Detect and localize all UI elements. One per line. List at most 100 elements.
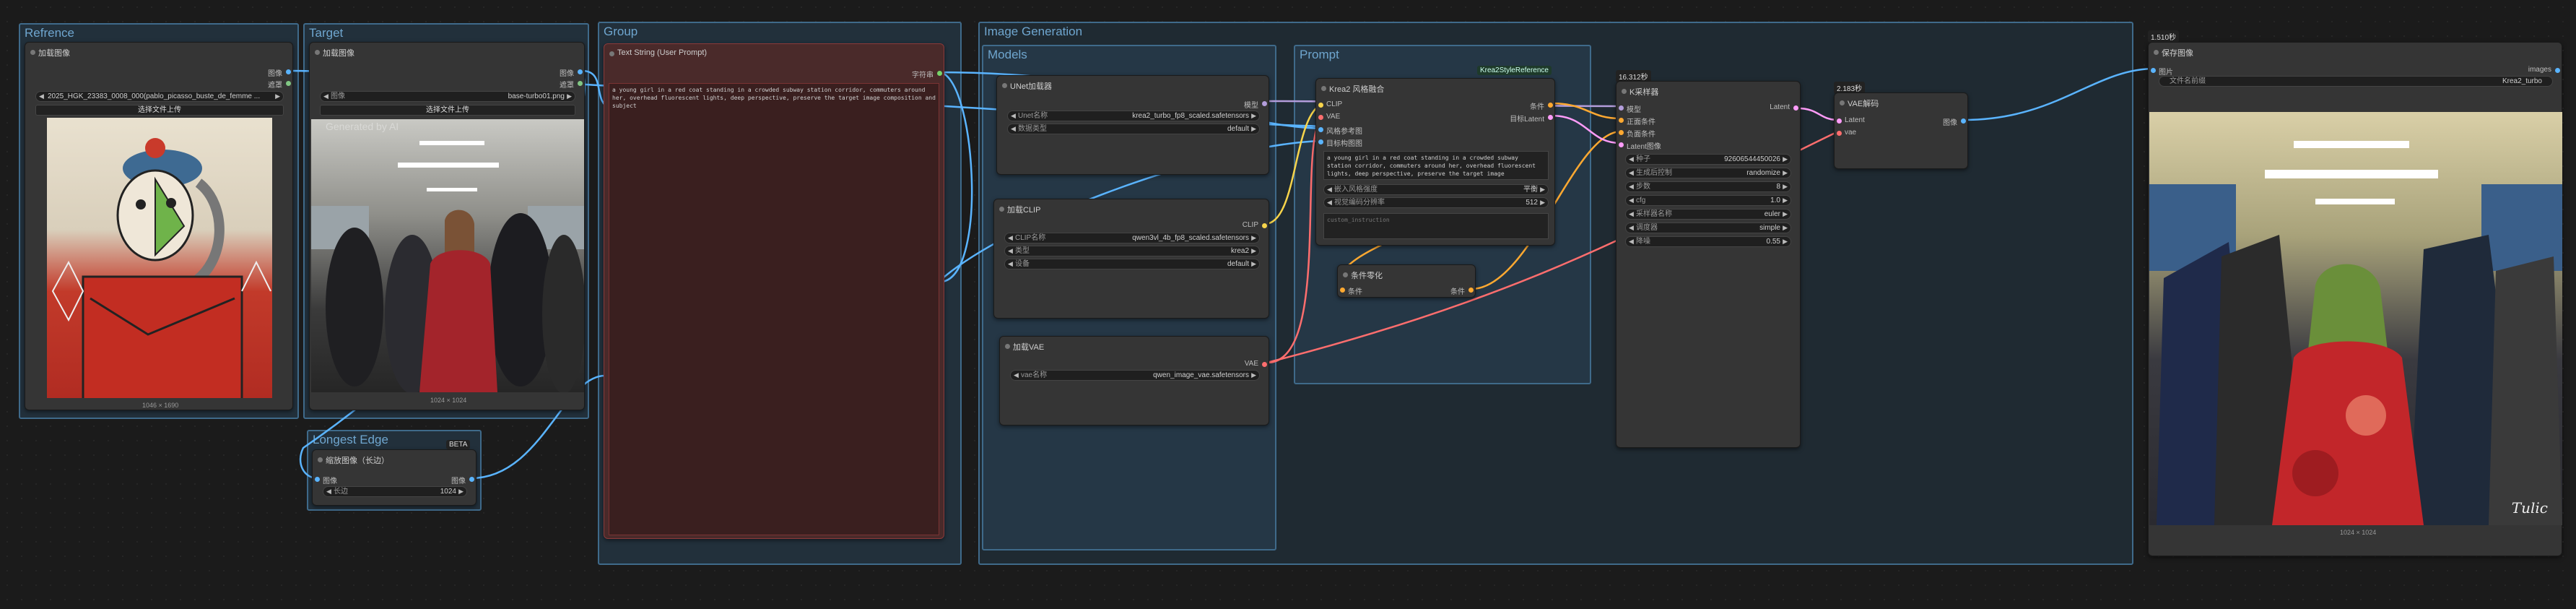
output-latent-pin[interactable] xyxy=(1793,105,1798,111)
arrow-right-icon[interactable]: ▶ xyxy=(1783,223,1788,233)
output-latent-pin[interactable] xyxy=(1548,115,1553,120)
vae-name-combo[interactable]: ◀ vae名称 qwen_image_vae.safetensors ▶ xyxy=(1010,370,1260,381)
arrow-right-icon[interactable]: ▶ xyxy=(1783,237,1788,246)
save-image-node[interactable]: 保存图像 图片 images 文件名前缀 Krea2_turbo Tulic 1… xyxy=(2148,42,2562,556)
input-negative-pin[interactable] xyxy=(1619,130,1624,135)
ksampler-widget[interactable]: ◀ 生成后控制 randomize ▶ xyxy=(1625,168,1791,178)
input-vae-pin[interactable] xyxy=(1318,115,1323,120)
ksampler-widget[interactable]: ◀ 降噪 0.55 ▶ xyxy=(1625,236,1791,247)
output-conditioning-pin[interactable] xyxy=(1468,288,1474,293)
input-conditioning-pin[interactable] xyxy=(1340,288,1345,293)
prompt-textarea[interactable]: a young girl in a red coat standing in a… xyxy=(609,83,939,535)
arrow-left-icon[interactable]: ◀ xyxy=(1629,237,1634,246)
output-model-pin[interactable] xyxy=(1262,101,1267,106)
output-clip-pin[interactable] xyxy=(1262,223,1267,228)
arrow-right-icon[interactable]: ▶ xyxy=(1783,168,1788,178)
arrow-left-icon[interactable]: ◀ xyxy=(1011,124,1016,134)
arrow-left-icon[interactable]: ◀ xyxy=(1008,233,1013,243)
style-prompt-textarea[interactable]: a young girl in a red coat standing in a… xyxy=(1323,151,1549,180)
output-string-pin[interactable] xyxy=(937,71,942,76)
ksampler-node[interactable]: K采样器 模型 正面条件 负面条件 Latent图像 Latent ◀ 种子 926… xyxy=(1616,81,1801,448)
input-images-pin[interactable] xyxy=(2151,68,2156,73)
clip-type-combo[interactable]: ◀ 类型 krea2 ▶ xyxy=(1004,246,1260,256)
weight-dtype-combo[interactable]: ◀ 数据类型 default ▶ xyxy=(1007,124,1260,134)
output-image-pin[interactable] xyxy=(469,477,474,482)
custom-instruction-textarea[interactable]: custom_instruction xyxy=(1323,213,1549,239)
arrow-right-icon[interactable]: ▶ xyxy=(1540,198,1545,207)
output-image-pin[interactable] xyxy=(1961,118,1966,124)
arrow-right-icon[interactable]: ▶ xyxy=(1783,155,1788,164)
arrow-left-icon[interactable]: ◀ xyxy=(326,487,331,496)
arrow-left-icon[interactable]: ◀ xyxy=(1629,182,1634,191)
input-latent-pin[interactable] xyxy=(1837,118,1842,124)
upload-button[interactable]: 选择文件上传 xyxy=(320,105,575,116)
arrow-right-icon[interactable]: ▶ xyxy=(1251,259,1256,269)
unet-loader-node[interactable]: UNet加载器 模型 ◀ Unet名称 krea2_turbo_fp8_scal… xyxy=(996,75,1269,175)
krea2-style-node[interactable]: Krea2 风格融合 Krea2StyleReference CLIP VAE … xyxy=(1315,66,1555,246)
upload-button[interactable]: 选择文件上传 xyxy=(35,105,284,116)
input-style-image-pin[interactable] xyxy=(1318,127,1323,132)
unet-name-combo[interactable]: ◀ Unet名称 krea2_turbo_fp8_scaled.safetens… xyxy=(1007,111,1260,121)
ksampler-widget[interactable]: ◀ 调度器 simple ▶ xyxy=(1625,223,1791,233)
arrow-left-icon[interactable]: ◀ xyxy=(1629,223,1634,233)
style-strength-combo[interactable]: ◀ 嵌入风格强度 平衡 ▶ xyxy=(1323,184,1549,195)
vision-resolution-input[interactable]: ◀ 视觉编码分辨率 512 ▶ xyxy=(1323,197,1549,208)
output-images-pin[interactable] xyxy=(2555,68,2560,73)
input-clip-pin[interactable] xyxy=(1318,103,1323,108)
input-latent-pin[interactable] xyxy=(1619,142,1624,147)
output-mask-pin[interactable] xyxy=(578,81,583,86)
arrow-left-icon[interactable]: ◀ xyxy=(1011,111,1016,121)
arrow-right-icon[interactable]: ▶ xyxy=(1251,371,1256,380)
ksampler-widget[interactable]: ◀ 采样器名称 euler ▶ xyxy=(1625,209,1791,220)
clip-device-combo[interactable]: ◀ 设备 default ▶ xyxy=(1004,259,1260,269)
input-model-pin[interactable] xyxy=(1619,105,1624,111)
arrow-left-icon[interactable]: ◀ xyxy=(1327,185,1332,194)
arrow-right-icon[interactable]: ▶ xyxy=(1783,210,1788,219)
input-image-pin[interactable] xyxy=(315,477,320,482)
arrow-left-icon[interactable]: ◀ xyxy=(1629,196,1634,205)
arrow-right-icon[interactable]: ▶ xyxy=(1783,196,1788,205)
arrow-right-icon[interactable]: ▶ xyxy=(1251,124,1256,134)
ksampler-widget[interactable]: ◀ 步数 8 ▶ xyxy=(1625,181,1791,192)
arrow-right-icon[interactable]: ▶ xyxy=(1251,233,1256,243)
clip-name-combo[interactable]: ◀ CLIP名称 qwen3vl_4b_fp8_scaled.safetenso… xyxy=(1004,233,1260,243)
arrow-left-icon[interactable]: ◀ xyxy=(1629,168,1634,178)
input-vae-pin[interactable] xyxy=(1837,131,1842,136)
arrow-left-icon[interactable]: ◀ xyxy=(1629,210,1634,219)
ksampler-widget[interactable]: ◀ cfg 1.0 ▶ xyxy=(1625,195,1791,206)
output-image-pin[interactable] xyxy=(286,69,291,74)
conditioning-zero-node[interactable]: 条件零化 条件 条件 xyxy=(1337,264,1476,298)
longest-edge-input[interactable]: ◀ 长边 1024 ▶ xyxy=(323,486,467,497)
image-filename-combo[interactable]: ◀ 图像 base-turbo01.png ▶ xyxy=(320,91,575,102)
output-vae-pin[interactable] xyxy=(1262,362,1267,367)
load-clip-node[interactable]: 加载CLIP CLIP ◀ CLIP名称 qwen3vl_4b_fp8_scal… xyxy=(993,199,1269,319)
arrow-right-icon[interactable]: ▶ xyxy=(1251,111,1256,121)
arrow-right-icon[interactable]: ▶ xyxy=(1540,185,1545,194)
load-target-image-node[interactable]: 加载图像 图像 遮罩 ◀ 图像 base-turbo01.png ▶ 选择文件上… xyxy=(309,42,585,410)
output-conditioning-pin[interactable] xyxy=(1548,103,1553,108)
scale-image-node[interactable]: 缩放图像（长边） BETA 图像 图像 ◀ 长边 1024 ▶ xyxy=(312,440,477,506)
vae-decode-node[interactable]: VAE解码 Latent vae 图像 xyxy=(1834,92,1968,169)
load-reference-image-node[interactable]: 加载图像 图像 遮罩 ◀ 2025_HGK_23383_0008_000(pab… xyxy=(25,42,293,410)
input-positive-pin[interactable] xyxy=(1619,118,1624,123)
arrow-right-icon[interactable]: ▶ xyxy=(458,487,464,496)
arrow-right-icon[interactable]: ▶ xyxy=(275,92,280,101)
arrow-right-icon[interactable]: ▶ xyxy=(1783,182,1788,191)
arrow-left-icon[interactable]: ◀ xyxy=(1008,246,1013,256)
load-vae-node[interactable]: 加载VAE VAE ◀ vae名称 qwen_image_vae.safeten… xyxy=(999,336,1269,426)
arrow-left-icon[interactable]: ◀ xyxy=(1629,155,1634,164)
output-image-pin[interactable] xyxy=(578,69,583,74)
arrow-left-icon[interactable]: ◀ xyxy=(39,92,44,101)
arrow-left-icon[interactable]: ◀ xyxy=(1014,371,1019,380)
output-mask-pin[interactable] xyxy=(286,81,291,86)
arrow-left-icon[interactable]: ◀ xyxy=(1008,259,1013,269)
ksampler-widget[interactable]: ◀ 种子 92606544450026 ▶ xyxy=(1625,154,1791,165)
arrow-right-icon[interactable]: ▶ xyxy=(1251,246,1256,256)
arrow-left-icon[interactable]: ◀ xyxy=(323,92,328,101)
text-string-node[interactable]: Text String (User Prompt) 字符串 a young gi… xyxy=(604,43,944,539)
filename-prefix-input[interactable]: 文件名前缀 Krea2_turbo xyxy=(2159,76,2553,87)
image-filename-combo[interactable]: ◀ 2025_HGK_23383_0008_000(pablo_picasso_… xyxy=(35,91,284,102)
arrow-right-icon[interactable]: ▶ xyxy=(567,92,572,101)
input-target-image-pin[interactable] xyxy=(1318,139,1323,144)
arrow-left-icon[interactable]: ◀ xyxy=(1327,198,1332,207)
